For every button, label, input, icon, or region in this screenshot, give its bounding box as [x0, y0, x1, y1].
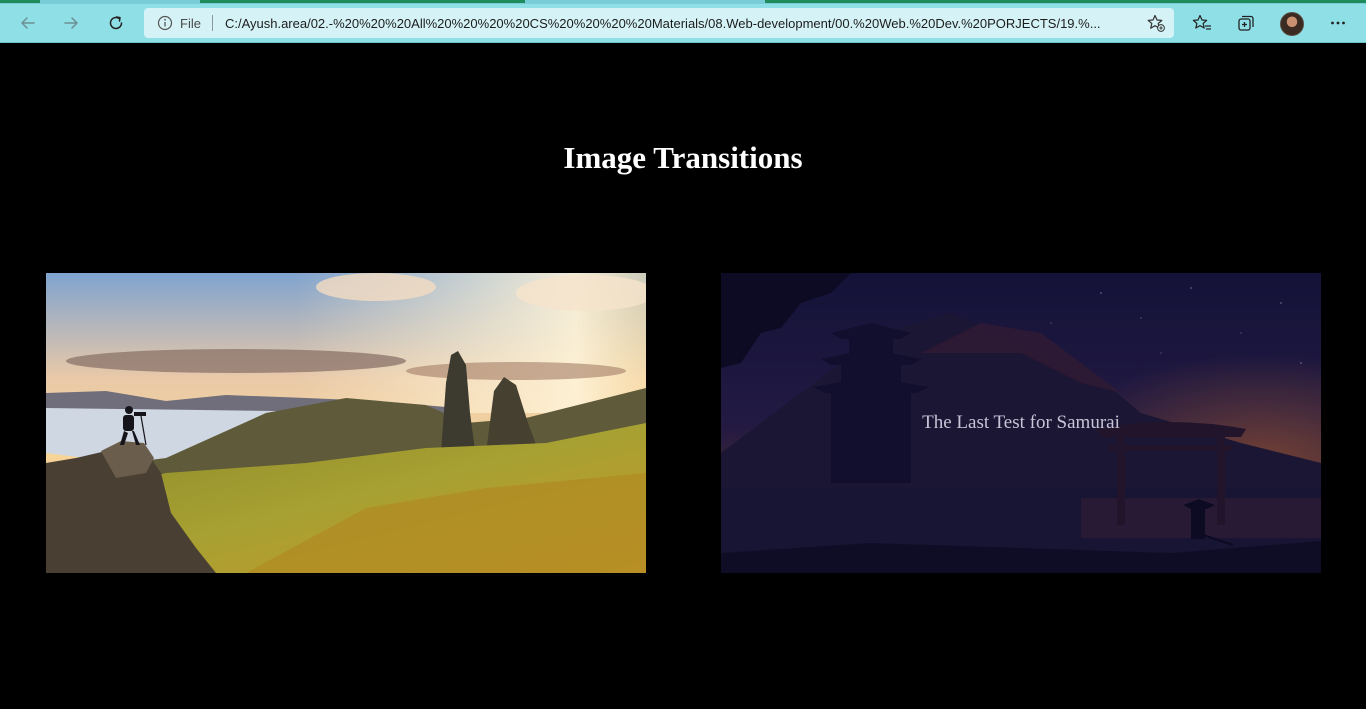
- back-button[interactable]: [12, 8, 44, 38]
- more-menu-icon: [1331, 21, 1345, 25]
- favorites-icon: [1192, 14, 1211, 30]
- refresh-icon: [109, 16, 123, 30]
- forward-arrow-icon: [64, 17, 78, 29]
- address-separator: [211, 15, 213, 31]
- more-menu-button[interactable]: [1322, 8, 1354, 38]
- image-card-landscape[interactable]: [46, 273, 646, 573]
- url-text[interactable]: C:/Ayush.area/02.-%20%20%20All%20%20%20%…: [225, 16, 1135, 31]
- star-add-icon[interactable]: [1146, 13, 1166, 33]
- profile-avatar[interactable]: [1280, 12, 1304, 36]
- refresh-button[interactable]: [100, 8, 132, 38]
- address-bar[interactable]: File C:/Ayush.area/02.-%20%20%20All%20%2…: [144, 8, 1174, 38]
- tab-indicator: [200, 0, 525, 3]
- collections-button[interactable]: [1230, 8, 1262, 38]
- scheme-label: File: [180, 15, 201, 31]
- image-caption: The Last Test for Samurai: [922, 412, 1120, 433]
- collections-icon: [1238, 15, 1254, 31]
- page-title: Image Transitions: [563, 140, 803, 175]
- tab-indicator: [765, 0, 1366, 3]
- image-card-samurai[interactable]: The Last Test for Samurai: [721, 273, 1321, 573]
- landscape-image: [46, 273, 646, 573]
- forward-button[interactable]: [55, 8, 87, 38]
- tab-indicator: [0, 0, 40, 3]
- favorites-button[interactable]: [1186, 8, 1218, 38]
- info-icon[interactable]: [157, 15, 173, 31]
- browser-toolbar: File C:/Ayush.area/02.-%20%20%20All%20%2…: [0, 4, 1366, 43]
- hover-overlay: The Last Test for Samurai: [721, 273, 1321, 573]
- back-arrow-icon: [21, 17, 35, 29]
